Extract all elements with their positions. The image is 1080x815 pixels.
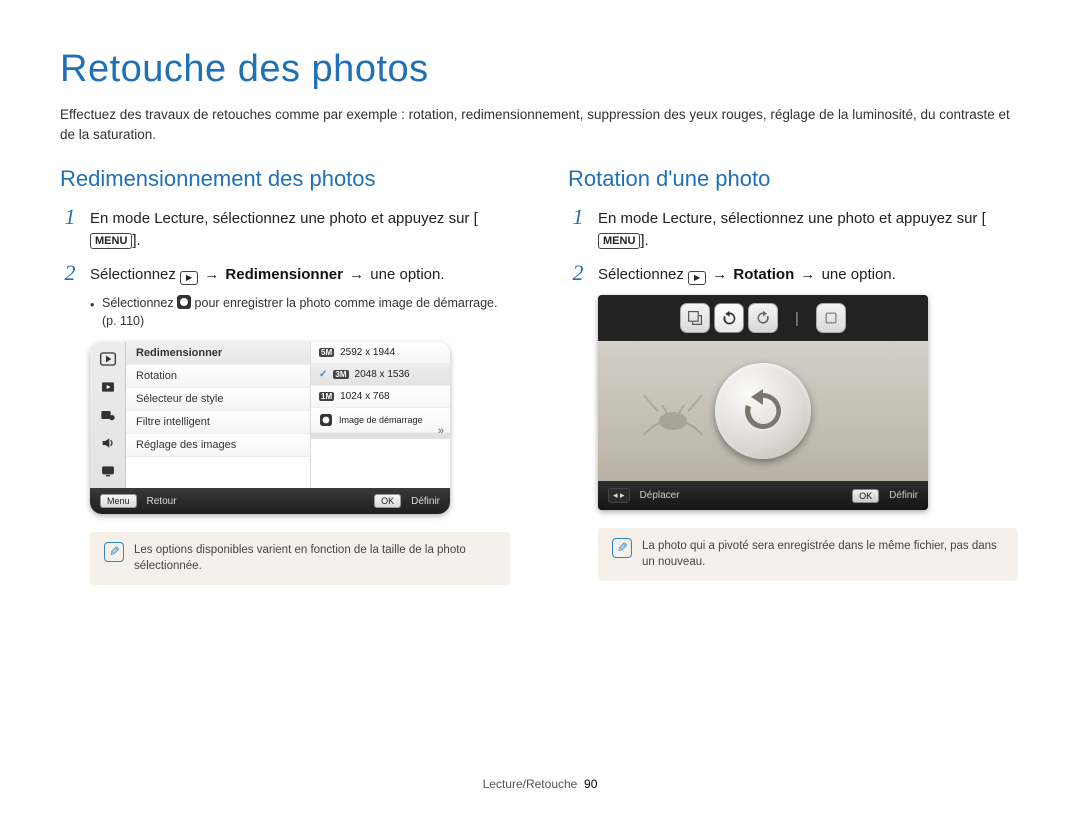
tab-file-options-icon [95,404,121,426]
step1-text-a: En mode Lecture, sélectionnez une photo … [90,210,478,227]
value-item: ✓3M2048 x 1536 [311,364,450,386]
rotate-arrow-icon [735,383,791,439]
rotate-knob [715,363,811,459]
tab-play-icon [95,348,121,370]
camera-menu-list: Redimensionner Rotation Sélecteur de sty… [126,342,310,488]
list-item: Sélecteur de style [126,388,310,411]
list-item: Réglage des images [126,434,310,457]
page-title: Retouche des photos [60,48,1020,91]
step-number: 1 [60,206,80,252]
value-item: 5M2592 x 1944 [311,342,450,364]
ok-label: Définir [411,496,440,507]
menu-button-badge: MENU [90,233,132,249]
list-item: Rotation [126,365,310,388]
tool-divider-icon: | [782,303,812,333]
step-1: 1 En mode Lecture, sélectionnez une phot… [60,206,512,252]
scroll-indicator [311,433,450,439]
column-resize: Redimensionnement des photos 1 En mode L… [60,166,512,584]
rotation-screenshot: | ◂ ▸ Déplacer [598,295,928,510]
footer-section: Lecture/Retouche [483,777,578,791]
tab-sound-icon [95,432,121,454]
step1-text-a: En mode Lecture, sélectionnez une photo … [598,210,986,227]
note-icon [104,542,124,562]
step2-text-a: Sélectionnez [598,266,688,283]
ok-label: Définir [889,490,918,501]
tab-display-icon [95,460,121,482]
tab-slideshow-icon [95,376,121,398]
step-2: 2 Sélectionnez → Redimensionner → une op… [60,262,512,286]
bullet-a: Sélectionnez [102,296,177,310]
step1-text-b: ]. [640,232,648,249]
sample-image-icon [638,391,708,444]
step2-bold: Redimensionner [225,266,343,283]
step-number: 2 [60,262,80,286]
arrow-icon: → [710,264,729,286]
note-text: Les options disponibles varient en fonct… [134,542,496,574]
step-2: 2 Sélectionnez → Rotation → une option. [568,262,1020,286]
step-1: 1 En mode Lecture, sélectionnez une phot… [568,206,1020,252]
play-icon [180,271,198,285]
value-item: 1M1024 x 768 [311,386,450,408]
sub-bullet: Sélectionnez pour enregistrer la photo c… [90,295,512,330]
back-label: Retour [147,496,177,507]
step-number: 1 [568,206,588,252]
camera-footer: Menu Retour OK Définir [90,488,450,514]
camera-side-tabs [90,342,126,488]
page-footer: Lecture/Retouche 90 [0,777,1080,791]
play-icon [688,271,706,285]
camera-value-list: 5M2592 x 1944 ✓3M2048 x 1536 1M1024 x 76… [310,342,450,488]
intro-text: Effectuez des travaux de retouches comme… [60,105,1020,144]
list-item: Filtre intelligent [126,411,310,434]
ok-button-badge: OK [852,489,879,503]
back-button-badge: Menu [100,494,137,508]
camera-menu-screenshot: Redimensionner Rotation Sélecteur de sty… [90,342,450,514]
startup-image-icon [320,414,332,426]
bullet-dot-icon [90,295,94,330]
rotation-preview [598,341,928,481]
heading-rotation: Rotation d'une photo [568,166,1020,192]
list-item: Redimensionner [126,342,310,365]
tool-more-icon [816,303,846,333]
note-text: La photo qui a pivoté sera enregistrée d… [642,538,1004,570]
manual-page: Retouche des photos Effectuez des travau… [0,0,1080,815]
heading-resize: Redimensionnement des photos [60,166,512,192]
note-icon [612,538,632,558]
rotation-toolbar: | [598,295,928,341]
value-item: Image de démarrage [311,408,450,433]
move-button-badge: ◂ ▸ [608,488,630,503]
note-box: La photo qui a pivoté sera enregistrée d… [598,528,1018,580]
check-icon: ✓ [319,369,327,380]
tool-resize-icon [680,303,710,333]
step2-bold: Rotation [733,266,794,283]
arrow-icon: → [347,264,366,286]
footer-page-number: 90 [584,777,597,791]
ok-button-badge: OK [374,494,401,508]
arrow-icon: → [798,264,817,286]
arrow-icon: → [202,264,221,286]
startup-image-icon [177,295,191,309]
step2-text-b: une option. [370,266,444,283]
rotation-footer: ◂ ▸ Déplacer OK Définir [598,481,928,510]
step1-text-b: ]. [132,232,140,249]
step2-text-b: une option. [822,266,896,283]
move-label: Déplacer [640,490,680,501]
tool-rotate-right-icon [714,303,744,333]
step-number: 2 [568,262,588,286]
menu-button-badge: MENU [598,233,640,249]
step2-text-a: Sélectionnez [90,266,180,283]
column-rotation: Rotation d'une photo 1 En mode Lecture, … [568,166,1020,584]
tool-rotate-left-icon [748,303,778,333]
note-box: Les options disponibles varient en fonct… [90,532,510,584]
